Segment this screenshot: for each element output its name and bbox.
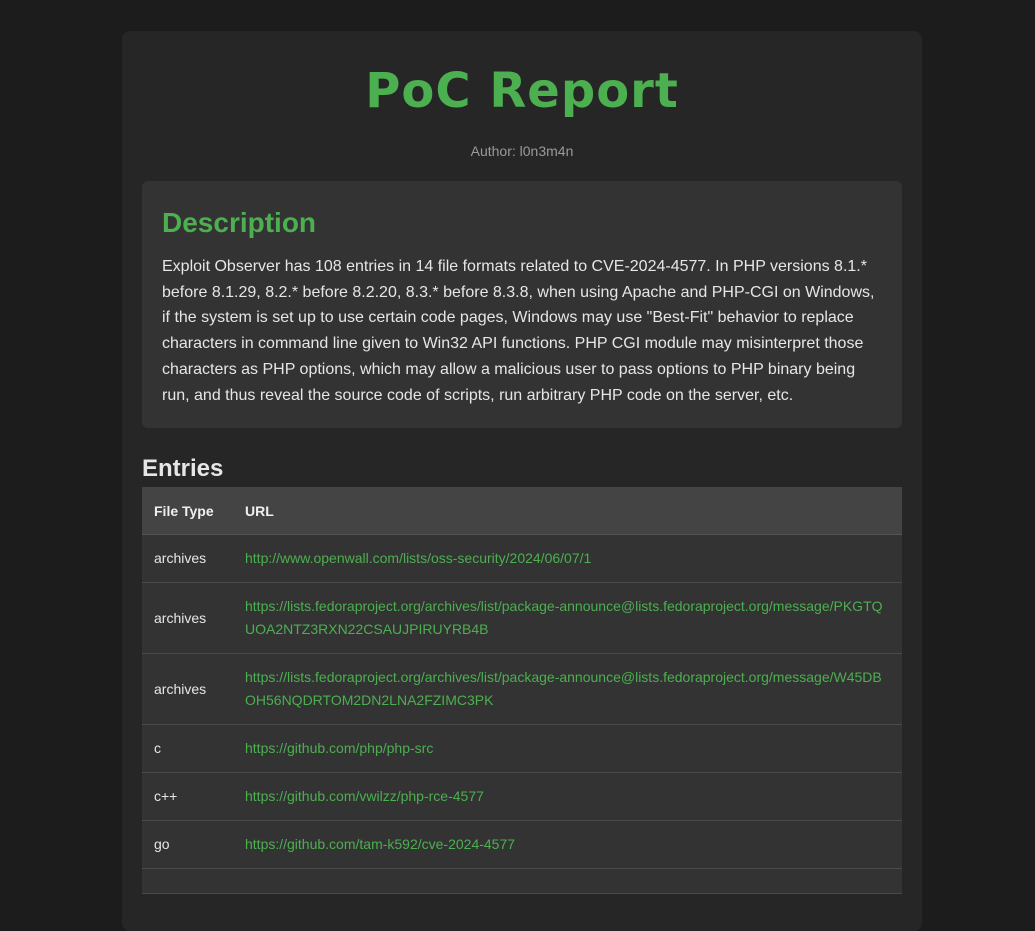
url-cell: https://github.com/tam-k592/cve-2024-457…: [233, 820, 902, 870]
file-type-cell: archives: [142, 534, 233, 584]
entry-link[interactable]: https://lists.fedoraproject.org/archives…: [245, 598, 883, 637]
column-header-file-type: File Type: [142, 487, 233, 536]
table-row: c https://github.com/php/php-src: [142, 724, 902, 774]
table-row: archives https://lists.fedoraproject.org…: [142, 582, 902, 655]
file-type-cell: go: [142, 820, 233, 870]
report-container: PoC Report Author: l0n3m4n Description E…: [122, 31, 922, 931]
file-type-cell: c: [142, 724, 233, 774]
url-cell: [233, 868, 902, 895]
entry-link[interactable]: http://www.openwall.com/lists/oss-securi…: [245, 550, 591, 566]
table-row: archives http://www.openwall.com/lists/o…: [142, 534, 902, 584]
entry-link[interactable]: https://github.com/tam-k592/cve-2024-457…: [245, 836, 515, 852]
file-type-cell: archives: [142, 653, 233, 726]
table-row: c++ https://github.com/vwilzz/php-rce-45…: [142, 772, 902, 822]
entry-link[interactable]: https://github.com/php/php-src: [245, 740, 433, 756]
entries-heading: Entries: [142, 455, 224, 483]
url-cell: http://www.openwall.com/lists/oss-securi…: [233, 534, 902, 584]
file-type-cell: archives: [142, 582, 233, 655]
entry-link[interactable]: https://lists.fedoraproject.org/archives…: [245, 669, 882, 708]
table-row: [142, 868, 902, 895]
file-type-cell: [142, 868, 233, 895]
url-cell: https://lists.fedoraproject.org/archives…: [233, 582, 902, 655]
table-row: archives https://lists.fedoraproject.org…: [142, 653, 902, 726]
table-row: go https://github.com/tam-k592/cve-2024-…: [142, 820, 902, 870]
page-title: PoC Report: [365, 63, 679, 119]
author-line: Author: l0n3m4n: [470, 143, 574, 159]
entries-table: File Type URL archives http://www.openwa…: [142, 487, 902, 895]
url-cell: https://github.com/vwilzz/php-rce-4577: [233, 772, 902, 822]
table-header-row: File Type URL: [142, 487, 902, 536]
column-header-url: URL: [233, 487, 902, 536]
description-card: Description Exploit Observer has 108 ent…: [142, 181, 902, 429]
description-text: Exploit Observer has 108 entries in 14 f…: [162, 258, 875, 404]
url-cell: https://lists.fedoraproject.org/archives…: [233, 653, 902, 726]
url-cell: https://github.com/php/php-src: [233, 724, 902, 774]
description-heading: Description: [162, 207, 317, 238]
file-type-cell: c++: [142, 772, 233, 822]
entry-link[interactable]: https://github.com/vwilzz/php-rce-4577: [245, 788, 484, 804]
